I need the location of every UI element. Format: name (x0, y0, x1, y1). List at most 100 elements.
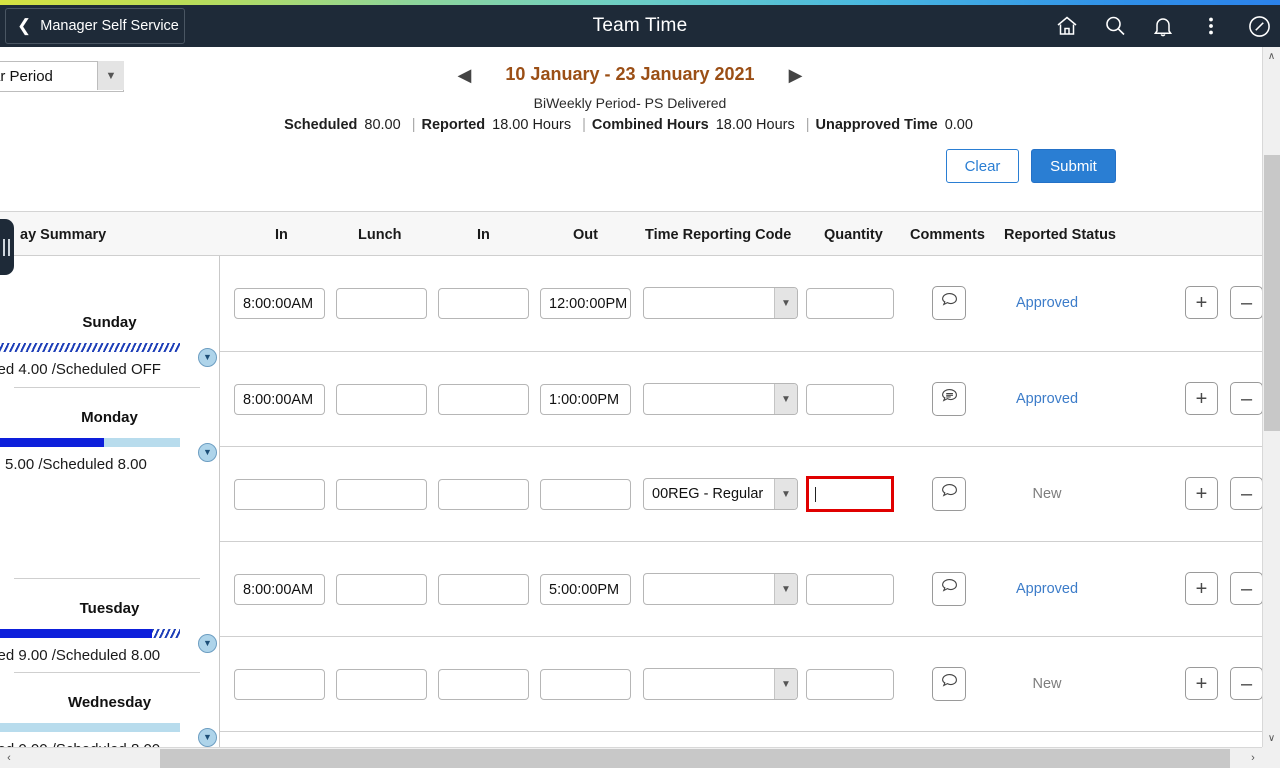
day-name-label: Wednesday (0, 694, 219, 711)
period-range-label: 10 January - 23 January 2021 (505, 64, 754, 85)
add-row-button[interactable]: + (1185, 286, 1218, 319)
day-summary-tuesday: Tuesday orted 9.00 /Scheduled 8.00 (0, 600, 219, 664)
progress-hatch-segment (0, 343, 180, 352)
punch-in-2-field[interactable] (438, 384, 529, 415)
horizontal-scrollbar-thumb[interactable] (160, 749, 1230, 768)
notification-bell-icon[interactable] (1150, 13, 1176, 39)
column-header-in: In (477, 212, 490, 257)
handle-grip-bar (3, 239, 5, 256)
day-divider (14, 672, 200, 673)
more-options-icon[interactable] (1198, 13, 1224, 39)
chevron-down-icon[interactable]: ▼ (774, 669, 797, 699)
time-reporting-code-select[interactable]: ▼ (643, 383, 798, 415)
add-row-button[interactable]: + (1185, 477, 1218, 510)
punch-out-field[interactable]: 12:00:00PM (540, 288, 631, 319)
scroll-up-arrow-icon[interactable]: ∧ (1263, 47, 1280, 65)
punch-out-field[interactable] (540, 669, 631, 700)
punch-in-1-field[interactable] (234, 669, 325, 700)
clear-button[interactable]: Clear (946, 149, 1019, 183)
period-type-value: endar Period (0, 68, 53, 85)
comment-filled-icon (940, 387, 959, 411)
divider: | (582, 117, 586, 133)
comments-button[interactable] (932, 382, 966, 416)
comments-button[interactable] (932, 572, 966, 606)
back-to-manager-self-service-button[interactable]: ❮ Manager Self Service (5, 8, 185, 44)
punch-in-1-field[interactable]: 8:00:00AM (234, 574, 325, 605)
add-row-button[interactable]: + (1185, 572, 1218, 605)
day-summary-monday: Mondayted 5.00 /Scheduled 8.00 (0, 409, 219, 473)
comments-button[interactable] (932, 286, 966, 320)
comment-empty-icon (940, 577, 959, 601)
punch-in-2-field[interactable] (438, 479, 529, 510)
app-header-bar: Team Time ❮ Manager Self Service (0, 5, 1280, 47)
remove-row-button[interactable]: – (1230, 286, 1262, 319)
add-row-button[interactable]: + (1185, 382, 1218, 415)
punch-in-2-field[interactable] (438, 574, 529, 605)
remove-row-button[interactable]: – (1230, 382, 1262, 415)
quantity-field[interactable] (806, 476, 894, 512)
comment-empty-icon (940, 482, 959, 506)
punch-in-2-field[interactable] (438, 288, 529, 319)
vertical-scrollbar-thumb[interactable] (1264, 155, 1280, 431)
home-icon[interactable] (1054, 13, 1080, 39)
quantity-field[interactable] (806, 288, 894, 319)
quantity-field[interactable] (806, 384, 894, 415)
chevron-down-icon[interactable]: ▼ (97, 61, 124, 90)
reported-status-approved[interactable]: Approved (982, 295, 1112, 311)
search-icon[interactable] (1102, 13, 1128, 39)
time-reporting-code-select[interactable]: ▼ (643, 668, 798, 700)
reported-label: Reported (421, 117, 485, 133)
comments-button[interactable] (932, 667, 966, 701)
comments-button[interactable] (932, 477, 966, 511)
day-reported-scheduled-label: orted 9.00 /Scheduled 8.00 (0, 647, 195, 664)
quantity-field[interactable] (806, 574, 894, 605)
punch-out-field[interactable]: 1:00:00PM (540, 384, 631, 415)
quantity-field[interactable] (806, 669, 894, 700)
time-reporting-code-select[interactable]: 00REG - Regular ▼ (643, 478, 798, 510)
punch-in-1-field[interactable]: 8:00:00AM (234, 384, 325, 415)
previous-period-arrow-icon[interactable]: ◀ (457, 66, 471, 84)
reported-status-approved[interactable]: Approved (982, 581, 1112, 597)
reported-status-approved[interactable]: Approved (982, 391, 1112, 407)
punch-in-1-field[interactable]: 8:00:00AM (234, 288, 325, 319)
lunch-out-field[interactable] (336, 384, 427, 415)
time-reporting-code-select[interactable]: ▼ (643, 573, 798, 605)
lunch-out-field[interactable] (336, 288, 427, 319)
lunch-out-field[interactable] (336, 479, 427, 510)
remove-row-button[interactable]: – (1230, 477, 1262, 510)
scroll-left-arrow-icon[interactable]: ‹ (0, 748, 18, 768)
scroll-down-arrow-icon[interactable]: ∨ (1263, 729, 1280, 747)
day-summary-wednesday: Wednesdayorted 0.00 /Scheduled 8.00 (0, 694, 219, 747)
remove-row-button[interactable]: – (1230, 667, 1262, 700)
nav-compass-icon[interactable] (1246, 13, 1272, 39)
column-header-lunch: Lunch (358, 212, 402, 257)
lunch-out-field[interactable] (336, 574, 427, 605)
chevron-down-icon[interactable]: ▼ (774, 574, 797, 604)
day-divider (14, 578, 200, 579)
column-header-reported-status: Reported Status (1004, 212, 1116, 257)
submit-button[interactable]: Submit (1031, 149, 1116, 183)
lunch-out-field[interactable] (336, 669, 427, 700)
remove-row-button[interactable]: – (1230, 572, 1262, 605)
period-type-select[interactable]: endar Period ▼ (0, 61, 124, 92)
punch-in-1-field[interactable] (234, 479, 325, 510)
punch-out-field[interactable] (540, 479, 631, 510)
punch-in-2-field[interactable] (438, 669, 529, 700)
chevron-down-icon[interactable]: ▼ (774, 288, 797, 318)
table-row: 8:00:00AM 5:00:00PM ▼ Approved +– (220, 542, 1262, 637)
day-name-label: Tuesday (0, 600, 219, 617)
timesheet-grid: ▼Sundayorted 4.00 /Scheduled OFF▼Mondayt… (0, 256, 1262, 747)
time-reporting-code-value: 00REG - Regular (652, 486, 763, 502)
panel-collapse-handle[interactable] (0, 219, 14, 275)
add-row-button[interactable]: + (1185, 667, 1218, 700)
horizontal-scrollbar[interactable]: ‹ › (0, 747, 1280, 768)
chevron-down-icon[interactable]: ▼ (774, 384, 797, 414)
chevron-down-icon[interactable]: ▼ (774, 479, 797, 509)
punch-out-field[interactable]: 5:00:00PM (540, 574, 631, 605)
time-reporting-code-select[interactable]: ▼ (643, 287, 798, 319)
next-period-arrow-icon[interactable]: ▶ (789, 66, 803, 84)
progress-overflow-hatch-segment (152, 629, 180, 638)
scroll-right-arrow-icon[interactable]: › (1244, 748, 1262, 768)
vertical-scrollbar[interactable]: ∧ ∨ (1262, 47, 1280, 747)
chevron-left-icon: ❮ (17, 17, 31, 34)
